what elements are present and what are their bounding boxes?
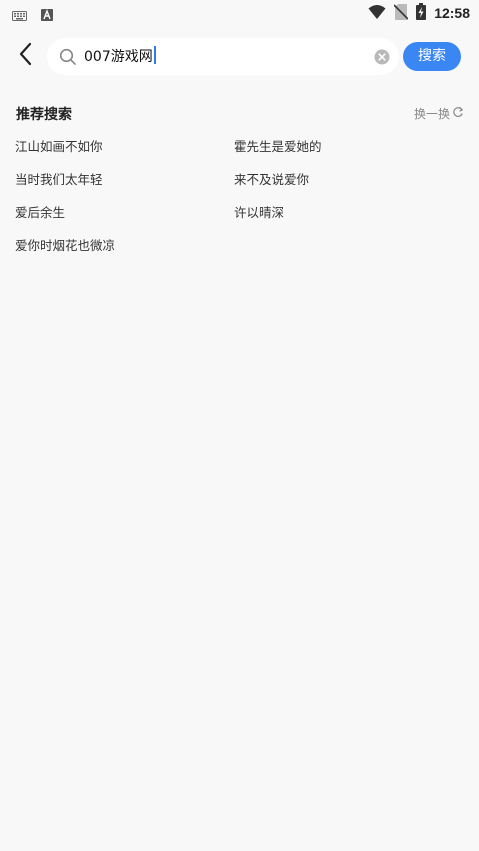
search-bar: 007游戏网 搜索 xyxy=(0,25,479,87)
search-input[interactable]: 007游戏网 xyxy=(84,45,362,69)
a-icon xyxy=(41,6,53,25)
back-button[interactable] xyxy=(12,41,38,71)
chevron-left-icon xyxy=(18,42,32,70)
clear-icon[interactable] xyxy=(374,49,390,65)
battery-charging-icon xyxy=(416,3,427,24)
recommend-item[interactable]: 当时我们太年轻 xyxy=(15,169,234,191)
recommend-header: 推荐搜索 换一换 xyxy=(0,100,479,128)
recommend-item[interactable]: 霍先生是爱她的 xyxy=(234,136,453,158)
recommend-item[interactable]: 许以晴深 xyxy=(234,202,453,224)
recommend-item[interactable]: 爱你时烟花也微凉 xyxy=(15,235,234,257)
status-time: 12:58 xyxy=(434,5,470,21)
search-input-value: 007游戏网 xyxy=(84,49,153,65)
recommend-list: 江山如画不如你 霍先生是爱她的 当时我们太年轻 来不及说爱你 爱后余生 许以晴深… xyxy=(15,136,465,257)
no-sim-icon xyxy=(393,3,409,24)
refresh-icon xyxy=(452,106,464,121)
status-left xyxy=(12,6,53,25)
wifi-icon xyxy=(368,4,386,24)
refresh-button[interactable]: 换一换 xyxy=(414,105,464,122)
refresh-label: 换一换 xyxy=(413,107,450,121)
recommend-item[interactable]: 江山如画不如你 xyxy=(15,136,234,158)
status-bar: 12:58 xyxy=(0,0,479,25)
recommend-title: 推荐搜索 xyxy=(16,107,72,123)
search-field[interactable]: 007游戏网 xyxy=(47,38,399,75)
search-button[interactable]: 搜索 xyxy=(403,42,461,71)
text-caret xyxy=(153,46,156,64)
status-right: 12:58 xyxy=(368,3,470,24)
recommend-item[interactable]: 爱后余生 xyxy=(15,202,234,224)
recommend-item[interactable]: 来不及说爱你 xyxy=(234,169,453,191)
magnifier-icon xyxy=(59,48,77,66)
keyboard-icon xyxy=(12,6,27,25)
